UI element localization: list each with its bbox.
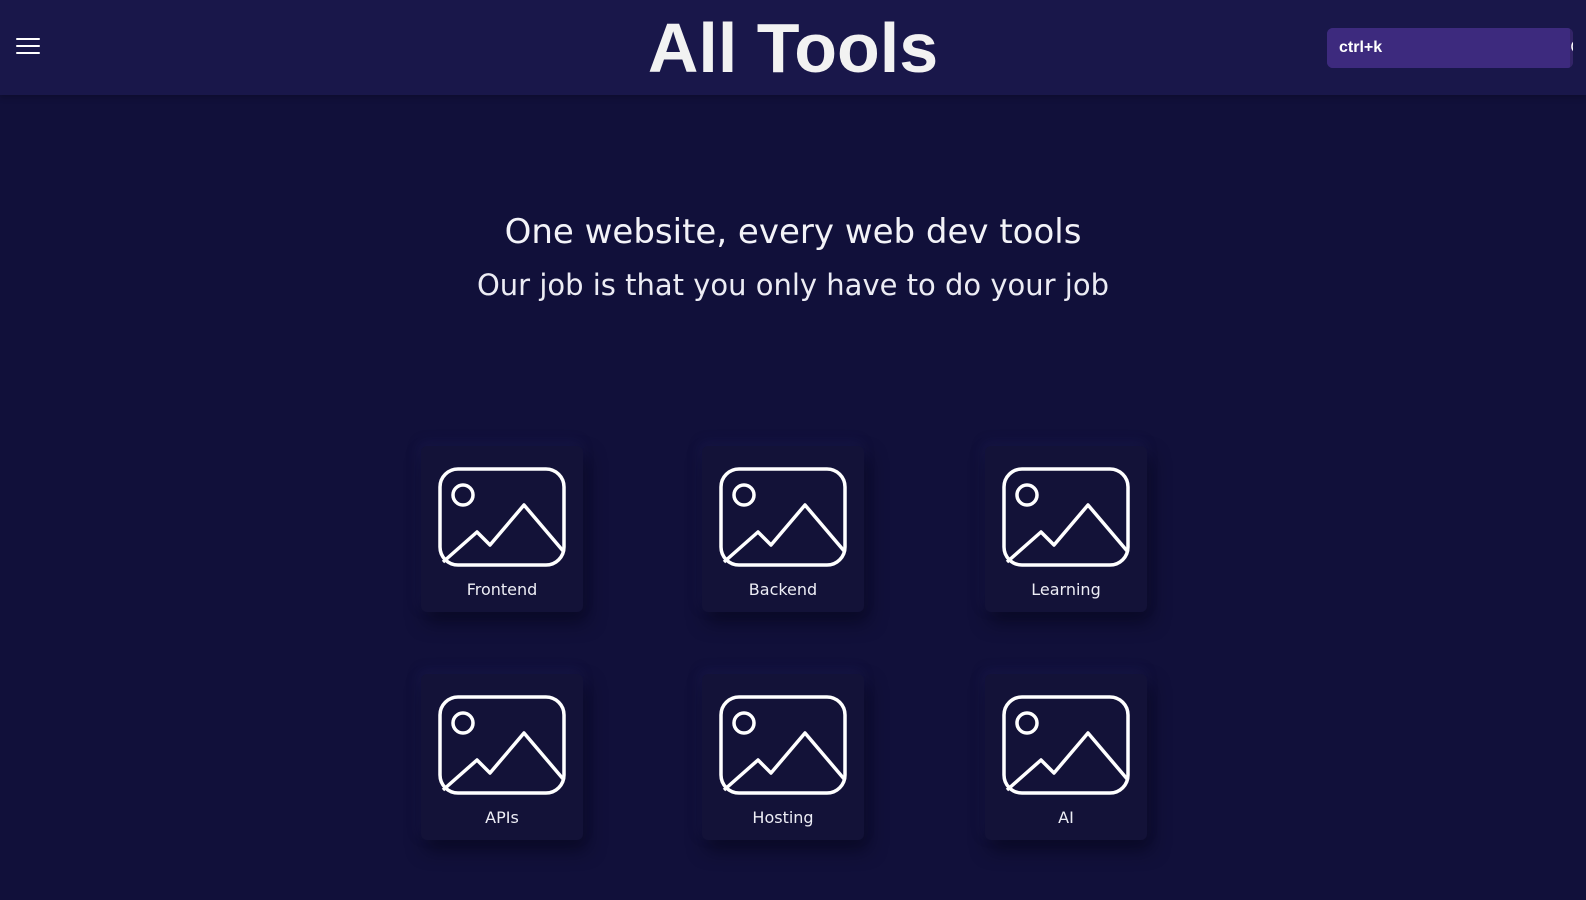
search-icon bbox=[1571, 41, 1573, 52]
category-card-backend[interactable]: Backend bbox=[702, 446, 864, 612]
category-card-ai[interactable]: AI bbox=[985, 674, 1147, 840]
category-label: Frontend bbox=[466, 580, 538, 599]
image-placeholder-icon bbox=[438, 695, 566, 795]
category-label: APIs bbox=[485, 808, 519, 827]
category-label: AI bbox=[1058, 808, 1074, 827]
hero-headline: One website, every web dev tools bbox=[504, 212, 1082, 252]
hero-section: One website, every web dev tools Our job… bbox=[0, 210, 1586, 304]
image-placeholder-icon bbox=[1002, 695, 1130, 795]
search-bar bbox=[1327, 28, 1573, 68]
search-button[interactable] bbox=[1570, 28, 1573, 68]
image-placeholder-icon bbox=[438, 467, 566, 567]
top-header: All Tools bbox=[0, 0, 1586, 95]
hero-subheadline: Our job is that you only have to do your… bbox=[476, 268, 1110, 302]
image-placeholder-icon bbox=[719, 695, 847, 795]
image-placeholder-icon bbox=[1002, 467, 1130, 567]
category-label: Learning bbox=[1031, 580, 1101, 599]
category-card-apis[interactable]: APIs bbox=[421, 674, 583, 840]
category-card-hosting[interactable]: Hosting bbox=[702, 674, 864, 840]
image-placeholder-icon bbox=[719, 467, 847, 567]
category-label: Backend bbox=[748, 580, 818, 599]
search-input[interactable] bbox=[1327, 28, 1570, 68]
category-card-learning[interactable]: Learning bbox=[985, 446, 1147, 612]
category-card-frontend[interactable]: Frontend bbox=[421, 446, 583, 612]
category-label: Hosting bbox=[752, 808, 814, 827]
